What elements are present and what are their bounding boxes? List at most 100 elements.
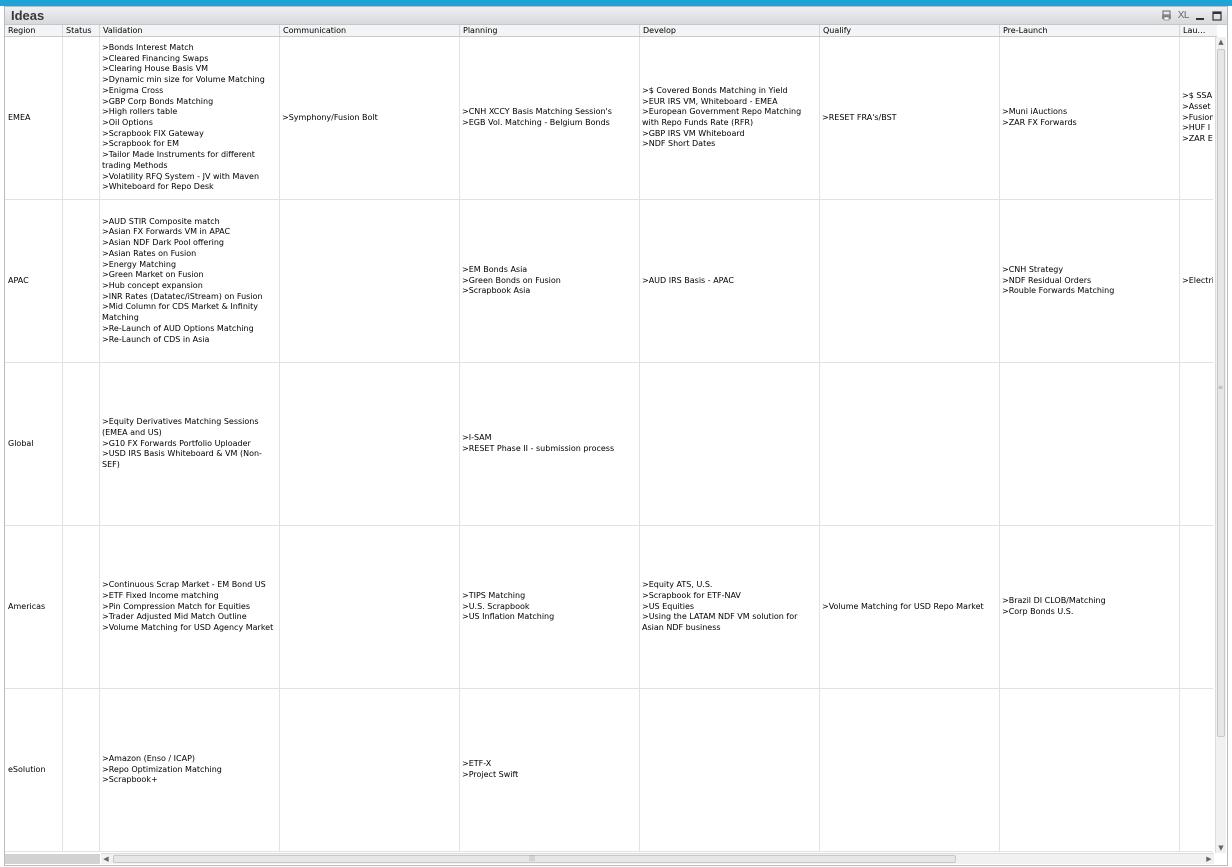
status-cell[interactable]: [63, 526, 100, 688]
column-header-validation[interactable]: Validation: [100, 25, 280, 36]
idea-item: >ETF-X: [462, 759, 492, 769]
table-row: APAC >AUD STIR Composite match >Asian FX F…: [5, 200, 1213, 363]
scroll-up-arrow-icon[interactable]: ▲: [1216, 37, 1226, 47]
communication-cell[interactable]: [280, 200, 460, 362]
region-cell[interactable]: EMEA: [5, 37, 63, 199]
idea-item: >Equity Derivatives Matching Sessions (E…: [102, 417, 259, 437]
xl-export-icon[interactable]: XL: [1178, 10, 1190, 21]
prelaunch-cell[interactable]: >Brazil DI CLOB/Matching >Corp Bonds U.S.: [1000, 526, 1180, 688]
planning-idea-list: >EM Bonds Asia >Green Bonds on Fusion >Scr…: [462, 265, 637, 297]
qualify-cell[interactable]: [820, 200, 1000, 362]
idea-item: >Bonds Interest Match: [102, 43, 194, 53]
develop-idea-list: >Equity ATS, U.S. >Scrapbook for ETF-NAV >…: [642, 580, 817, 634]
idea-item: >Symphony/Fusion Bolt: [282, 112, 378, 122]
planning-cell[interactable]: >TIPS Matching >U.S. Scrapbook >US Inflati…: [460, 526, 640, 688]
region-cell[interactable]: Americas: [5, 526, 63, 688]
qualify-cell[interactable]: [820, 363, 1000, 525]
idea-item: >Enigma Cross: [102, 85, 164, 95]
validation-cell[interactable]: >Bonds Interest Match >Cleared Financing …: [100, 37, 280, 199]
column-header-communication[interactable]: Communication: [280, 25, 460, 36]
prelaunch-cell[interactable]: [1000, 363, 1180, 525]
prelaunch-cell[interactable]: >CNH Strategy >NDF Residual Orders >Rouble…: [1000, 200, 1180, 362]
validation-cell[interactable]: >AUD STIR Composite match >Asian FX Forwa…: [100, 200, 280, 362]
communication-cell[interactable]: >Symphony/Fusion Bolt: [280, 37, 460, 199]
planning-cell[interactable]: >ETF-X >Project Swift: [460, 689, 640, 851]
develop-cell[interactable]: [640, 689, 820, 851]
horizontal-scroll-thumb[interactable]: |||: [113, 855, 956, 863]
region-cell[interactable]: APAC: [5, 200, 63, 362]
idea-item: >G10 FX Forwards Portfolio Uploader: [102, 438, 251, 448]
develop-cell[interactable]: >Equity ATS, U.S. >Scrapbook for ETF-NAV >…: [640, 526, 820, 688]
launch-cell[interactable]: [1180, 689, 1213, 851]
status-cell[interactable]: [63, 37, 100, 199]
qualify-cell[interactable]: >Volume Matching for USD Repo Market: [820, 526, 1000, 688]
idea-item: >Tailor Made Instruments for different t…: [102, 150, 255, 170]
column-header-region[interactable]: Region: [5, 25, 63, 36]
idea-item: >NDF Short Dates: [642, 139, 716, 149]
vertical-scroll-thumb[interactable]: ≡: [1217, 49, 1225, 737]
validation-idea-list: >Equity Derivatives Matching Sessions (E…: [102, 417, 277, 471]
vertical-scrollbar[interactable]: ▲ ≡ ▼: [1215, 37, 1226, 853]
develop-cell[interactable]: [640, 363, 820, 525]
idea-item: >$ Covered Bonds Matching in Yield: [642, 85, 788, 95]
communication-cell[interactable]: [280, 526, 460, 688]
column-header-develop[interactable]: Develop: [640, 25, 820, 36]
region-label: Global: [8, 438, 34, 448]
maximize-icon[interactable]: [1211, 10, 1223, 22]
scroll-right-arrow-icon[interactable]: ▶: [1204, 854, 1214, 864]
launch-cell[interactable]: >$ SSA >Asset >Fusion >HUF I >ZAR E: [1180, 37, 1213, 199]
window-title: Ideas: [11, 8, 45, 23]
develop-cell[interactable]: >$ Covered Bonds Matching in Yield >EUR I…: [640, 37, 820, 199]
status-cell[interactable]: [63, 363, 100, 525]
idea-item: >Clearing House Basis VM: [102, 64, 209, 74]
region-cell[interactable]: eSolution: [5, 689, 63, 851]
qualify-cell[interactable]: >RESET FRA's/BST: [820, 37, 1000, 199]
launch-cell[interactable]: >Electri: [1180, 200, 1213, 362]
idea-item: >Repo Optimization Matching: [102, 764, 222, 774]
minimize-icon[interactable]: [1194, 10, 1206, 22]
scroll-corner-left: [5, 854, 100, 864]
launch-cell[interactable]: [1180, 363, 1213, 525]
idea-item: >Volume Matching for USD Repo Market: [822, 601, 984, 611]
region-label: APAC: [8, 275, 29, 285]
scroll-left-arrow-icon[interactable]: ◀: [101, 854, 111, 864]
validation-idea-list: >Bonds Interest Match >Cleared Financing …: [102, 43, 277, 193]
communication-cell[interactable]: [280, 363, 460, 525]
table-row: EMEA >Bonds Interest Match >Cleared Financ…: [5, 37, 1213, 200]
prelaunch-cell[interactable]: [1000, 689, 1180, 851]
idea-item: >Project Swift: [462, 770, 519, 779]
column-header-status[interactable]: Status: [63, 25, 100, 36]
qualify-cell[interactable]: [820, 689, 1000, 851]
planning-cell[interactable]: >EM Bonds Asia >Green Bonds on Fusion >Scr…: [460, 200, 640, 362]
validation-cell[interactable]: >Amazon (Enso / ICAP) >Repo Optimization …: [100, 689, 280, 851]
status-cell[interactable]: [63, 689, 100, 851]
horizontal-scrollbar[interactable]: ◀ ||| ▶: [101, 853, 1214, 864]
column-header-prelaunch[interactable]: Pre-Launch: [1000, 25, 1180, 36]
communication-cell[interactable]: [280, 689, 460, 851]
develop-cell[interactable]: >AUD IRS Basis - APAC: [640, 200, 820, 362]
planning-idea-list: >I-SAM >RESET Phase II - submission proce…: [462, 433, 637, 454]
region-cell[interactable]: Global: [5, 363, 63, 525]
idea-item: >HUF I: [1182, 123, 1211, 133]
idea-item: >Scrapbook+: [102, 775, 158, 785]
validation-cell[interactable]: >Equity Derivatives Matching Sessions (E…: [100, 363, 280, 525]
print-icon[interactable]: [1161, 10, 1173, 22]
prelaunch-idea-list: >CNH Strategy >NDF Residual Orders >Rouble…: [1002, 265, 1177, 297]
planning-cell[interactable]: >CNH XCCY Basis Matching Session's >EGB V…: [460, 37, 640, 199]
idea-item: >Re-Launch of AUD Options Matching: [102, 323, 254, 333]
status-cell[interactable]: [63, 200, 100, 362]
idea-item: >Asian Rates on Fusion: [102, 248, 197, 258]
column-header-planning[interactable]: Planning: [460, 25, 640, 36]
table-row: Americas >Continuous Scrap Market - EM Bo…: [5, 526, 1213, 689]
idea-item: >TIPS Matching: [462, 590, 526, 600]
idea-item: >US Inflation Matching: [462, 612, 555, 622]
column-header-qualify[interactable]: Qualify: [820, 25, 1000, 36]
idea-item: >USD IRS Basis Whiteboard & VM (Non-SEF): [102, 449, 262, 470]
launch-cell[interactable]: [1180, 526, 1213, 688]
prelaunch-cell[interactable]: >Muni iAuctions >ZAR FX Forwards: [1000, 37, 1180, 199]
validation-cell[interactable]: >Continuous Scrap Market - EM Bond US >ET…: [100, 526, 280, 688]
scroll-down-arrow-icon[interactable]: ▼: [1216, 843, 1226, 853]
idea-item: >Asian FX Forwards VM in APAC: [102, 227, 231, 237]
planning-cell[interactable]: >I-SAM >RESET Phase II - submission proce…: [460, 363, 640, 525]
column-header-launch[interactable]: Lau…: [1180, 25, 1213, 36]
